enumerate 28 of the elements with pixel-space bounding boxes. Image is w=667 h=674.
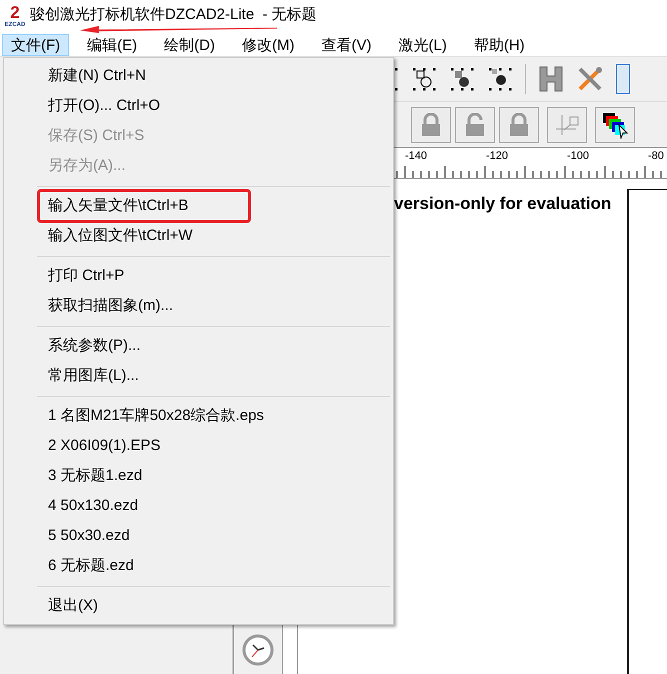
menu-entry[interactable]: 新建(N) Ctrl+N (40, 64, 154, 88)
menu-entry[interactable]: 系统参数(P)... (40, 334, 148, 358)
menu-entry[interactable]: 6 无标题.ezd (40, 554, 142, 578)
evaluation-text: version-only for evaluation (394, 193, 612, 215)
menu-entry[interactable]: 2 X06I09(1).EPS (40, 434, 169, 458)
menu-entry[interactable]: 5 50x30.ezd (40, 524, 138, 548)
ruler-label: -80 (648, 149, 664, 164)
menu-item[interactable]: 编辑(E) (78, 34, 146, 56)
ruler-label: -140 (405, 149, 428, 164)
menu-entry[interactable]: 打印 Ctrl+P (40, 264, 132, 288)
ruler-label: -100 (567, 149, 590, 164)
window-title: 骏创激光打标机软件DZCAD2-Lite - 无标题 (30, 5, 317, 26)
menu-entry[interactable]: 输入矢量文件\tCtrl+B (40, 194, 196, 218)
menu-item[interactable]: 查看(V) (312, 34, 380, 56)
menu-entry[interactable]: 输入位图文件\tCtrl+W (40, 224, 201, 248)
menu-entry[interactable]: 1 名图M21车牌50x28综合款.eps (40, 404, 272, 428)
menu-entry[interactable]: 3 无标题1.ezd (40, 464, 150, 488)
menu-entry[interactable]: 获取扫描图象(m)... (40, 294, 181, 318)
menu-item[interactable]: 文件(F) (2, 34, 70, 56)
menu-entry[interactable]: 常用图库(L)... (40, 364, 147, 388)
menu-item[interactable]: 帮助(H) (464, 34, 534, 56)
ruler-label: -120 (486, 149, 508, 164)
menu-item[interactable]: 绘制(D) (155, 34, 224, 56)
menu-item[interactable]: 激光(L) (389, 34, 456, 56)
menu-entry[interactable]: 退出(X) (40, 594, 106, 618)
menu-entry[interactable]: 打开(O)... Ctrl+O (40, 94, 168, 118)
menu-item[interactable]: 修改(M) (232, 34, 304, 56)
menu-entry[interactable]: 4 50x130.ezd (40, 494, 146, 518)
